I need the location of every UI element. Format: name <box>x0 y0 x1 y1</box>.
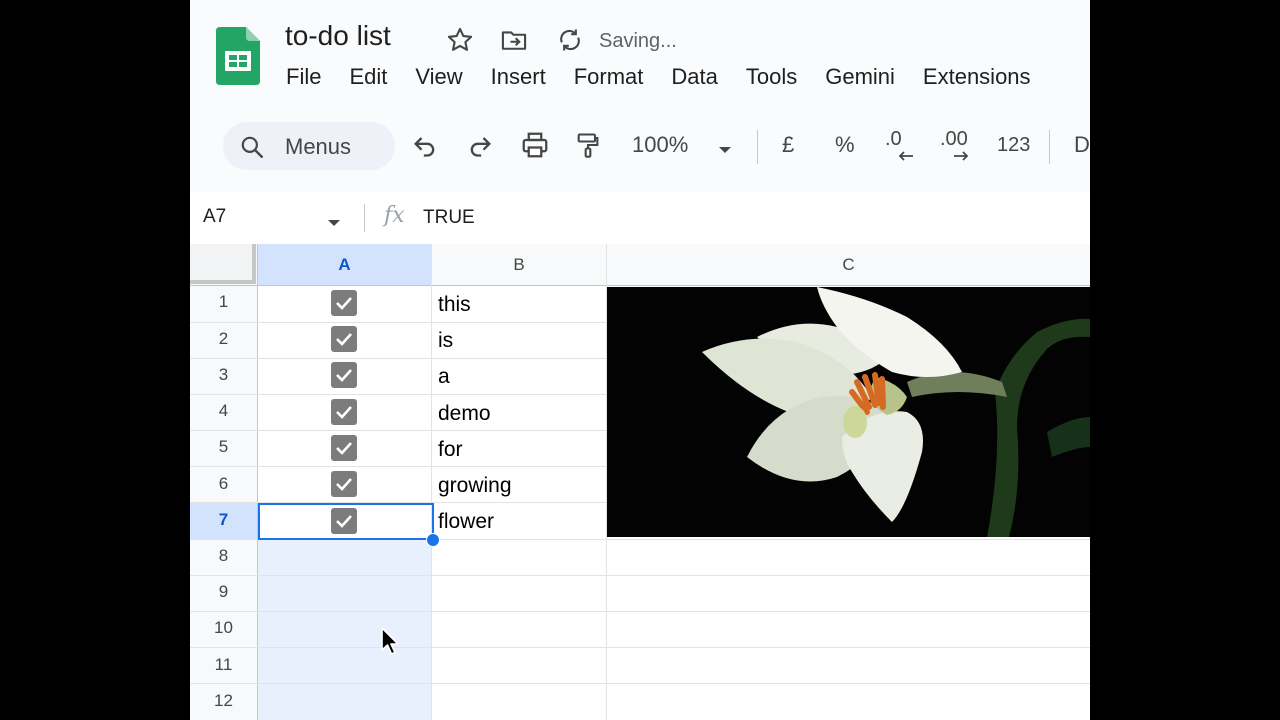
row-header[interactable]: 2 <box>190 329 257 349</box>
task-checkbox[interactable] <box>331 399 357 425</box>
search-menus-input[interactable]: Menus <box>223 122 395 170</box>
spreadsheet-grid[interactable]: A B C 1 2 3 4 5 6 7 8 9 10 11 12 this is… <box>190 244 1090 720</box>
sync-icon <box>556 26 584 59</box>
currency-format-button[interactable]: £ <box>782 132 794 158</box>
row-divider <box>190 611 1090 612</box>
percent-format-button[interactable]: % <box>835 132 855 158</box>
row-divider <box>190 647 1090 648</box>
document-title[interactable]: to-do list <box>285 20 391 52</box>
task-text[interactable]: demo <box>438 402 491 426</box>
task-text[interactable]: this <box>438 293 471 317</box>
row-header[interactable]: 9 <box>190 582 257 602</box>
select-all-corner[interactable] <box>190 244 256 284</box>
task-checkbox[interactable] <box>331 362 357 388</box>
checkmark-icon <box>336 369 352 382</box>
redo-icon[interactable] <box>466 130 494 165</box>
column-header-c[interactable]: C <box>607 244 1090 285</box>
title-bar: to-do list Saving... File Edit View Inse… <box>190 0 1090 108</box>
arrow-left-icon <box>898 151 913 161</box>
fx-icon: fx <box>384 203 405 228</box>
row-header-selected[interactable]: 7 <box>190 510 257 530</box>
lily-flower-image[interactable] <box>607 287 1090 537</box>
name-box-dropdown-icon[interactable] <box>327 214 341 232</box>
checkmark-icon <box>336 478 352 491</box>
column-header-b[interactable]: B <box>432 244 606 285</box>
header-divider <box>190 285 1090 286</box>
toolbar: Menus 100% £ % .0 .00 123 D <box>190 108 1090 192</box>
selected-column-tint <box>258 539 431 720</box>
task-checkbox[interactable] <box>331 290 357 316</box>
row-header[interactable]: 12 <box>190 691 257 711</box>
selected-cell-a7[interactable] <box>258 503 434 540</box>
search-menus-label: Menus <box>285 134 352 159</box>
fill-handle[interactable] <box>426 533 440 547</box>
column-header-a[interactable]: A <box>258 244 431 285</box>
zoom-select[interactable]: 100% <box>632 132 688 158</box>
menu-insert[interactable]: Insert <box>491 64 546 90</box>
row-header[interactable]: 8 <box>190 546 257 566</box>
task-text[interactable]: a <box>438 365 450 389</box>
row-header[interactable]: 4 <box>190 401 257 421</box>
row-header[interactable]: 3 <box>190 365 257 385</box>
paint-format-icon[interactable] <box>574 130 602 165</box>
checkmark-icon <box>336 297 352 310</box>
task-text[interactable]: flower <box>438 510 494 534</box>
menu-bar: File Edit View Insert Format Data Tools … <box>286 64 1059 90</box>
row-header[interactable]: 5 <box>190 437 257 457</box>
undo-icon[interactable] <box>411 130 439 165</box>
move-folder-icon[interactable] <box>499 26 529 59</box>
print-icon[interactable] <box>520 130 550 165</box>
zoom-dropdown-icon[interactable] <box>717 142 733 160</box>
decrease-decimal-button[interactable]: .0 <box>885 128 921 168</box>
task-checkbox[interactable] <box>331 326 357 352</box>
sheets-logo-icon[interactable] <box>216 27 260 90</box>
menu-file[interactable]: File <box>286 64 321 90</box>
task-checkbox[interactable] <box>331 471 357 497</box>
menu-data[interactable]: Data <box>671 64 717 90</box>
row-header[interactable]: 10 <box>190 618 257 638</box>
task-text[interactable]: growing <box>438 474 512 498</box>
task-text[interactable]: for <box>438 438 463 462</box>
arrow-right-icon <box>954 151 969 161</box>
row-divider <box>190 683 1090 684</box>
increase-decimal-label: .00 <box>940 128 968 150</box>
decrease-decimal-label: .0 <box>885 128 902 150</box>
toolbar-divider <box>1049 130 1050 164</box>
row-header[interactable]: 11 <box>190 655 257 675</box>
more-formats-button[interactable]: 123 <box>997 134 1030 157</box>
formula-bar: A7 fx TRUE <box>190 192 1090 245</box>
row-header[interactable]: 6 <box>190 474 257 494</box>
header-divider <box>257 244 258 720</box>
checkmark-icon <box>336 333 352 346</box>
mouse-pointer-icon <box>380 626 402 661</box>
increase-decimal-button[interactable]: .00 <box>940 128 980 168</box>
formula-input[interactable]: TRUE <box>423 207 475 229</box>
task-text[interactable]: is <box>438 329 453 353</box>
menu-format[interactable]: Format <box>574 64 644 90</box>
save-status: Saving... <box>599 30 677 52</box>
search-icon <box>241 136 263 158</box>
row-header[interactable]: 1 <box>190 292 257 312</box>
font-select[interactable]: D <box>1074 132 1090 158</box>
google-sheets-window: to-do list Saving... File Edit View Inse… <box>190 0 1090 720</box>
formula-divider <box>364 204 365 232</box>
toolbar-divider <box>757 130 758 164</box>
menu-gemini[interactable]: Gemini <box>825 64 895 90</box>
menu-extensions[interactable]: Extensions <box>923 64 1031 90</box>
checkmark-icon <box>336 442 352 455</box>
name-box[interactable]: A7 <box>203 206 226 228</box>
menu-view[interactable]: View <box>415 64 462 90</box>
menu-tools[interactable]: Tools <box>746 64 797 90</box>
menu-edit[interactable]: Edit <box>349 64 387 90</box>
checkmark-icon <box>336 406 352 419</box>
task-checkbox[interactable] <box>331 435 357 461</box>
row-divider <box>190 575 1090 576</box>
star-icon[interactable] <box>446 26 474 59</box>
col-divider <box>431 244 432 720</box>
